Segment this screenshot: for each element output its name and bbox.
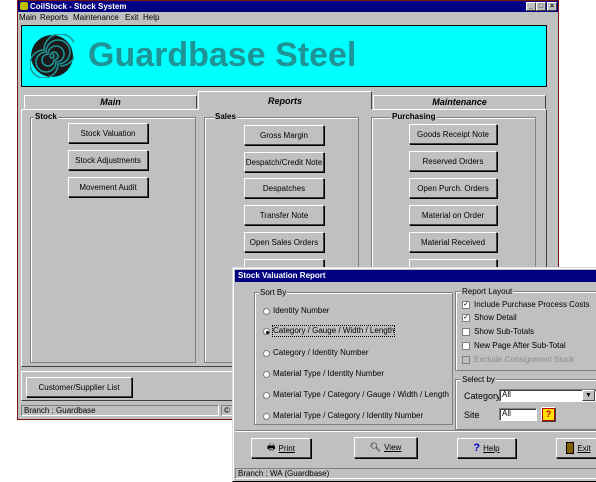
help-lookup-icon: ? — [542, 408, 555, 421]
sort-material-category-identity-label: Material Type / Category / Identity Numb… — [273, 411, 424, 420]
menu-main[interactable]: Main — [19, 13, 36, 23]
close-button[interactable]: × — [547, 2, 557, 11]
sales-group-label: Sales — [214, 112, 237, 121]
tab-maintenance[interactable]: Maintenance — [373, 95, 546, 109]
sort-by-label: Sort By — [259, 288, 288, 297]
material-on-order-button[interactable]: Material on Order — [409, 205, 497, 225]
help-label: Help — [483, 443, 500, 453]
report-layout-label: Report Layout — [461, 287, 514, 296]
open-purch-orders-button[interactable]: Open Purch. Orders — [409, 178, 497, 198]
minimize-button[interactable]: _ — [526, 2, 536, 11]
goods-receipt-note-button[interactable]: Goods Receipt Note — [409, 124, 497, 144]
menu-reports[interactable]: Reports — [40, 13, 68, 23]
select-by-group — [455, 379, 596, 430]
maximize-button[interactable]: □ — [536, 2, 546, 11]
exclude-consignment-checkbox — [462, 356, 470, 364]
tab-main-label: Main — [100, 97, 121, 107]
show-detail-checkbox[interactable]: ✓ — [462, 314, 470, 322]
exit-label: Exit — [577, 443, 591, 453]
sort-material-identity-label: Material Type / Identity Number — [273, 369, 385, 378]
movement-audit-button[interactable]: Movement Audit — [68, 177, 148, 197]
question-icon: ? — [473, 442, 481, 454]
sort-identity-number-label: Identity Number — [273, 306, 330, 315]
exit-button[interactable]: Exit — [556, 438, 596, 458]
print-label: Print — [278, 443, 295, 453]
main-window-title: CoilStock - Stock System — [30, 2, 127, 11]
exit-door-icon — [566, 442, 575, 454]
include-purchase-costs-label: Include Purchase Process Costs — [474, 300, 590, 309]
tab-maintenance-label: Maintenance — [432, 97, 487, 107]
company-banner: Guardbase Steel — [21, 25, 547, 87]
gross-margin-button[interactable]: Gross Margin — [244, 125, 324, 145]
reserved-orders-button[interactable]: Reserved Orders — [409, 151, 497, 171]
print-button[interactable]: 🖶 Print — [251, 438, 311, 458]
site-label: Site — [464, 410, 480, 420]
purchasing-group-label: Purchasing — [391, 112, 437, 121]
category-dropdown-button[interactable]: ▼ — [582, 390, 595, 401]
menu-help[interactable]: Help — [143, 13, 159, 23]
select-by-label: Select by — [461, 375, 496, 384]
open-sales-orders-button[interactable]: Open Sales Orders — [244, 232, 324, 252]
sort-category-identity-label: Category / Identity Number — [273, 348, 369, 357]
sort-category-gauge-radio[interactable] — [263, 328, 270, 335]
category-select-value: All — [502, 390, 511, 399]
main-status-branch: Branch : Guardbase — [21, 405, 219, 416]
dialog-title-bar: Stock Valuation Report — [235, 270, 596, 282]
site-lookup-button[interactable]: ? — [541, 407, 556, 422]
stock-valuation-dialog: Stock Valuation Report Sort By Identity … — [232, 267, 596, 482]
dialog-status-bar: Branch : WA (Guardbase) — [235, 468, 596, 479]
sort-material-category-gauge-label: Material Type / Category / Gauge / Width… — [273, 390, 449, 399]
new-page-after-subtotal-label: New Page After Sub-Total — [474, 341, 566, 350]
tab-main[interactable]: Main — [24, 95, 197, 109]
new-page-after-subtotal-checkbox[interactable] — [462, 342, 470, 350]
sort-material-identity-radio[interactable] — [263, 371, 270, 378]
despatch-credit-note-button[interactable]: Despatch/Credit Note — [244, 152, 324, 172]
stock-adjustments-button[interactable]: Stock Adjustments — [68, 150, 148, 170]
company-name: Guardbase Steel — [88, 36, 357, 74]
stock-valuation-button[interactable]: Stock Valuation — [68, 123, 148, 143]
tab-reports[interactable]: Reports — [198, 91, 372, 110]
customer-supplier-list-button[interactable]: Customer/Supplier List — [26, 377, 132, 397]
include-purchase-costs-checkbox[interactable]: ✓ — [462, 301, 470, 309]
show-subtotals-label: Show Sub-Totals — [474, 327, 535, 336]
view-button[interactable]: 🔍︎ View — [354, 437, 417, 458]
sort-material-category-gauge-radio[interactable] — [263, 392, 270, 399]
app-icon — [20, 2, 28, 10]
despatches-button[interactable]: Despatches — [244, 178, 324, 198]
sort-category-gauge-label: Category / Gauge / Width / Length — [271, 325, 396, 337]
dialog-title: Stock Valuation Report — [238, 271, 326, 280]
stock-group-label: Stock — [34, 112, 58, 121]
sort-identity-number-radio[interactable] — [263, 308, 270, 315]
category-label: Category — [464, 391, 501, 401]
show-detail-label: Show Detail — [474, 313, 517, 322]
main-title-bar: CoilStock - Stock System _ □ × — [18, 1, 558, 12]
menu-maintenance[interactable]: Maintenance — [73, 13, 119, 23]
menu-exit[interactable]: Exit — [125, 13, 138, 23]
menu-bar: Main Reports Maintenance Exit Help — [18, 13, 558, 24]
printer-icon: 🖶 — [267, 442, 276, 452]
help-button[interactable]: ? Help — [457, 438, 516, 458]
material-received-button[interactable]: Material Received — [409, 232, 497, 252]
spiral-logo-icon — [30, 34, 74, 78]
site-input[interactable]: All — [499, 408, 537, 421]
exclude-consignment-label: Exclude Consignment Stock — [474, 355, 575, 364]
site-input-value: All — [502, 409, 511, 418]
sort-category-identity-radio[interactable] — [263, 350, 270, 357]
tab-reports-label: Reports — [267, 95, 302, 106]
sort-material-category-identity-radio[interactable] — [263, 413, 270, 420]
category-select[interactable]: All ▼ — [499, 389, 596, 402]
view-label: View — [384, 443, 402, 452]
show-subtotals-checkbox[interactable] — [462, 328, 470, 336]
transfer-note-button[interactable]: Transfer Note — [244, 205, 324, 225]
magnifier-icon: 🔍︎ — [369, 442, 382, 452]
